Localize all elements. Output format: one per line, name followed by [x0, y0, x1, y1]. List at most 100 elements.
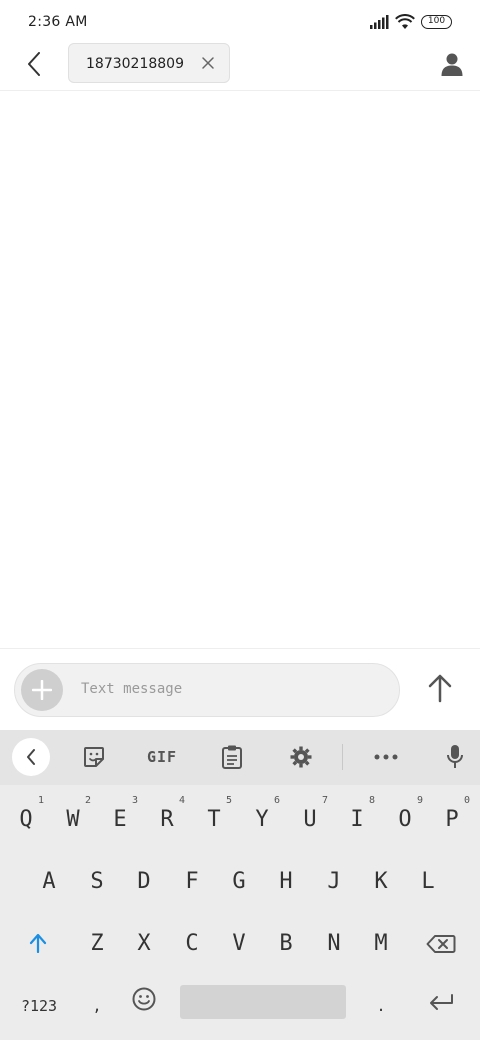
backspace-icon — [426, 935, 456, 953]
key-z[interactable]: Z — [75, 909, 119, 965]
key-hint: 2 — [84, 795, 91, 806]
key-i[interactable]: 8I — [335, 785, 379, 841]
key-h[interactable]: H — [264, 847, 308, 903]
key-y[interactable]: 6Y — [240, 785, 284, 841]
collapse-toolbar-button[interactable] — [12, 738, 50, 776]
emoji-icon — [132, 987, 156, 1011]
key-f[interactable]: F — [170, 847, 214, 903]
key-label: B — [279, 931, 293, 956]
emoji-key[interactable] — [122, 971, 166, 1027]
key-hint: 8 — [368, 795, 375, 806]
key-hint: 9 — [416, 795, 423, 806]
status-bar: 2:36 AM 100 — [0, 0, 480, 44]
voice-input-button[interactable] — [440, 740, 470, 774]
signal-icon — [370, 15, 389, 29]
key-hint: 1 — [37, 795, 44, 806]
settings-button[interactable] — [284, 740, 318, 774]
key-label: V — [232, 931, 246, 956]
shift-icon — [29, 933, 47, 953]
enter-key[interactable] — [418, 971, 462, 1027]
message-placeholder[interactable]: Text message — [81, 681, 182, 697]
key-label: Y — [255, 807, 269, 832]
key-label: P — [445, 807, 459, 832]
shift-key[interactable] — [16, 909, 60, 965]
status-time: 2:36 AM — [28, 14, 88, 30]
key-u[interactable]: 7U — [288, 785, 332, 841]
more-button[interactable] — [370, 740, 402, 774]
sticker-icon — [84, 747, 104, 767]
back-button[interactable] — [18, 48, 50, 80]
key-comma[interactable]: , — [75, 971, 119, 1027]
clipboard-icon — [222, 745, 242, 769]
key-hint: 4 — [178, 795, 185, 806]
key-period[interactable]: . — [359, 971, 403, 1027]
key-label: A — [42, 869, 56, 894]
key-label: . — [376, 997, 386, 1015]
key-q[interactable]: 1Q — [4, 785, 48, 841]
key-label: X — [137, 931, 151, 956]
clipboard-button[interactable] — [216, 740, 248, 774]
key-hint: 7 — [321, 795, 328, 806]
key-o[interactable]: 9O — [383, 785, 427, 841]
key-label: ?123 — [20, 997, 58, 1015]
chevron-left-icon — [27, 749, 35, 765]
sticker-button[interactable] — [78, 740, 110, 774]
key-n[interactable]: N — [312, 909, 356, 965]
key-c[interactable]: C — [170, 909, 214, 965]
key-r[interactable]: 4R — [145, 785, 189, 841]
key-a[interactable]: A — [27, 847, 71, 903]
key-m[interactable]: M — [359, 909, 403, 965]
back-arrow-icon — [28, 52, 40, 76]
key-label: G — [232, 869, 246, 894]
key-label: U — [303, 807, 317, 832]
key-label: K — [374, 869, 388, 894]
key-v[interactable]: V — [217, 909, 261, 965]
send-button[interactable] — [426, 673, 454, 703]
key-p[interactable]: 0P — [430, 785, 474, 841]
key-t[interactable]: 5T — [192, 785, 236, 841]
key-s[interactable]: S — [75, 847, 119, 903]
symbols-key[interactable]: ?123 — [14, 971, 64, 1027]
keyboard: GIF 1 Q 2 W 3 E 4 R 5 T 6 Y 7 U 8 I 9 O … — [0, 730, 480, 1040]
key-d[interactable]: D — [122, 847, 166, 903]
battery-icon: 100 — [421, 15, 452, 29]
key-hint: 6 — [273, 795, 280, 806]
gif-button[interactable]: GIF — [140, 740, 184, 774]
key-label: R — [160, 807, 174, 832]
key-j[interactable]: J — [312, 847, 356, 903]
backspace-key[interactable] — [418, 909, 462, 965]
key-label: J — [327, 869, 341, 894]
key-k[interactable]: K — [359, 847, 403, 903]
key-label: H — [279, 869, 293, 894]
toolbar-divider — [342, 744, 343, 770]
key-label: D — [137, 869, 151, 894]
close-icon[interactable] — [201, 56, 215, 70]
key-label: L — [421, 869, 435, 894]
enter-icon — [430, 994, 453, 1010]
arrow-up-icon — [428, 674, 452, 703]
key-b[interactable]: B — [264, 909, 308, 965]
key-label: E — [113, 807, 127, 832]
key-w[interactable]: 2W — [51, 785, 95, 841]
space-key[interactable] — [180, 985, 346, 1019]
recipient-chip[interactable]: 18730218809 — [68, 43, 230, 83]
message-field[interactable]: Text message — [14, 663, 400, 717]
key-e[interactable]: 3E — [98, 785, 142, 841]
key-label: F — [185, 869, 199, 894]
key-label: S — [90, 869, 104, 894]
key-label: M — [374, 931, 388, 956]
more-icon — [374, 754, 398, 760]
attach-button[interactable] — [21, 669, 63, 711]
key-label: O — [398, 807, 412, 832]
recipient-number: 18730218809 — [86, 56, 184, 72]
key-label: N — [327, 931, 341, 956]
key-hint: 0 — [463, 795, 470, 806]
key-x[interactable]: X — [122, 909, 166, 965]
key-l[interactable]: L — [406, 847, 450, 903]
gif-label: GIF — [146, 748, 178, 766]
key-hint: 5 — [225, 795, 232, 806]
person-icon[interactable] — [438, 50, 466, 78]
key-g[interactable]: G — [217, 847, 261, 903]
keyboard-toolbar: GIF — [0, 730, 480, 785]
keyboard-keys: 1Q 2W 3E 4R 5T 6Y 7U 8I 9O 0P A S D F G … — [0, 785, 480, 1040]
